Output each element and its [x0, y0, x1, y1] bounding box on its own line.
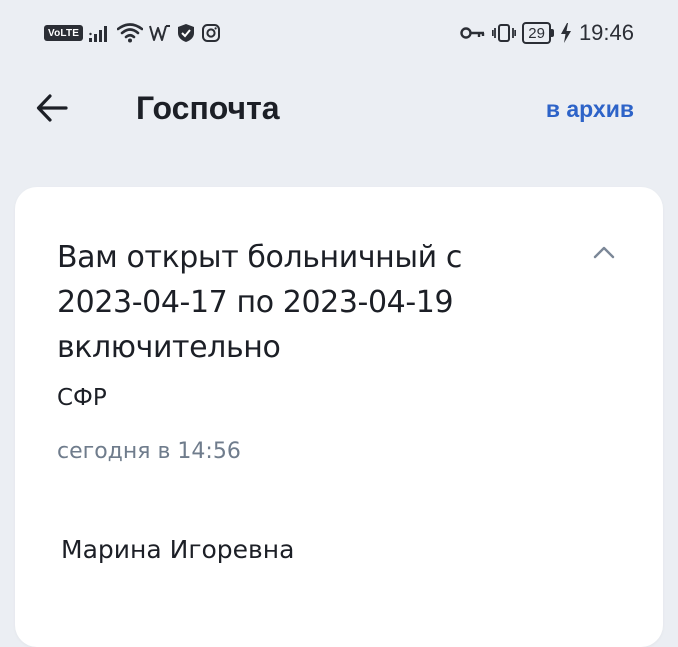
message-timestamp: сегодня в 14:56 [57, 439, 241, 464]
status-time: 19:46 [578, 20, 634, 45]
message-subject: Вам открыт больничный с 2023-04-17 по 20… [57, 240, 462, 365]
arrow-left-icon [36, 94, 68, 122]
status-bar-right: 29 19:46 [460, 20, 634, 46]
page-title: Госпочта [136, 90, 280, 126]
volte-icon: VoLTE [44, 25, 84, 41]
vpn-icon [149, 24, 171, 42]
message-sender: СФР [57, 385, 107, 411]
collapse-button[interactable] [589, 237, 619, 267]
instagram-icon [201, 23, 221, 43]
battery-level: 29 [528, 24, 545, 42]
message-card: Вам открыт больничный с 2023-04-17 по 20… [15, 187, 663, 647]
chevron-up-icon [593, 246, 615, 259]
wifi-icon [117, 23, 144, 43]
status-bar: VoLTE 29 19:46 [0, 0, 678, 64]
archive-button[interactable]: в архив [546, 94, 634, 124]
message-body: Марина Игоревна [61, 535, 295, 564]
battery-icon: 29 [522, 22, 554, 44]
key-icon [460, 26, 486, 40]
signal-icon [89, 24, 111, 42]
charging-icon [560, 23, 571, 43]
app-header: Госпочта в архив [0, 64, 678, 152]
vibrate-icon [492, 23, 517, 43]
shield-icon [177, 23, 195, 43]
back-button[interactable] [30, 86, 74, 130]
status-bar-left: VoLTE [44, 20, 221, 46]
